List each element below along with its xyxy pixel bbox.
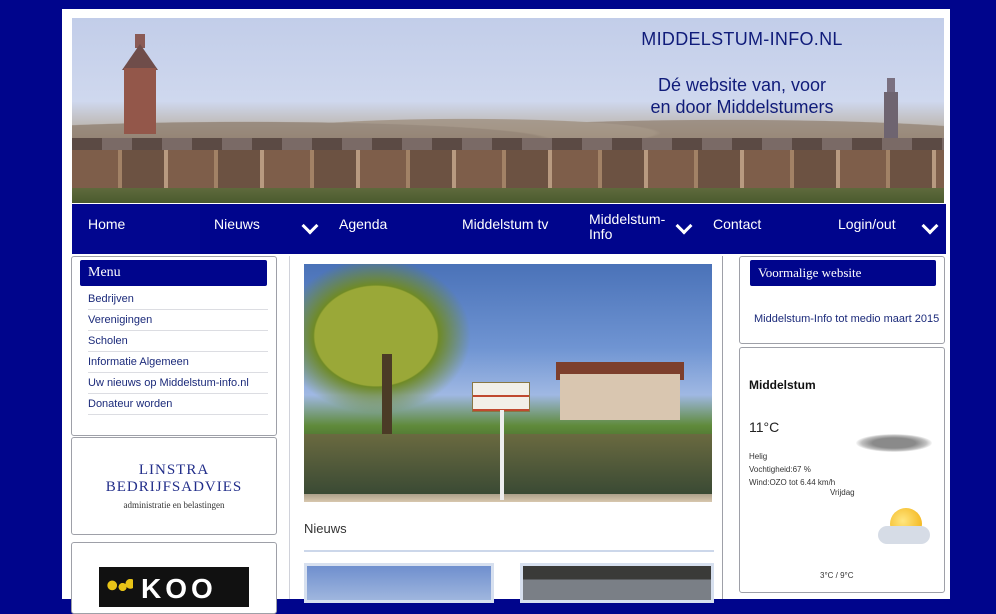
main-content: Nieuws <box>289 256 723 603</box>
hero-tree <box>304 264 484 424</box>
weather-temp: 11°C <box>749 419 780 435</box>
hero-water <box>304 434 712 494</box>
nav-item-login[interactable]: Login/out <box>838 216 896 232</box>
menu-item-donateur[interactable]: Donateur worden <box>88 394 268 415</box>
sun-cloud-icon <box>878 508 930 546</box>
nav-item-home[interactable]: Home <box>72 204 200 254</box>
weather-city: Middelstum <box>749 378 816 392</box>
section-title-nieuws: Nieuws <box>304 521 347 536</box>
hero-post <box>500 410 504 500</box>
menu-list: Bedrijven Verenigingen Scholen Informati… <box>88 289 268 415</box>
banner-houses <box>72 150 944 190</box>
ad-linstra[interactable]: LINSTRA BEDRIJFSADVIES administratie en … <box>71 437 277 535</box>
header-banner: MIDDELSTUM-INFO.NL Dé website van, voor … <box>72 18 944 203</box>
nav-item-nieuws[interactable]: Nieuws <box>214 216 260 232</box>
section-divider <box>304 550 714 552</box>
chevron-down-icon[interactable] <box>675 217 693 235</box>
ad-koo[interactable]: KOO <box>71 542 277 614</box>
weather-humidity: Vochtigheid:67 % <box>749 465 811 474</box>
menu-item-scholen[interactable]: Scholen <box>88 331 268 352</box>
linstra-logo[interactable]: LINSTRA BEDRIJFSADVIES administratie en … <box>99 462 249 516</box>
hero-house <box>560 374 680 420</box>
site-name: MIDDELSTUM-INFO.NL <box>641 29 843 49</box>
nav-item-agenda[interactable]: Agenda <box>339 216 387 232</box>
weather-widget: Middelstum 11°C Helig Vochtigheid:67 % W… <box>739 347 945 593</box>
tagline-line2: en door Middelstumers <box>650 97 834 117</box>
nav-item-middelstum-info[interactable]: Middelstum- Info <box>589 212 665 242</box>
previous-website-title: Voormalige website <box>750 260 936 286</box>
chevron-down-icon[interactable] <box>301 217 319 235</box>
hero-trunk <box>382 354 392 434</box>
chevron-down-icon[interactable] <box>921 217 939 235</box>
nav-item-middelstum-tv[interactable]: Middelstum tv <box>462 216 548 232</box>
weather-condition: Helig <box>749 452 768 461</box>
hero-image[interactable] <box>304 264 712 502</box>
koo-logo[interactable]: KOO <box>99 567 249 607</box>
main-nav: Home Nieuws Agenda Middelstum tv Middels… <box>72 204 946 254</box>
forecast-day: Vrijdag <box>830 488 855 497</box>
linstra-name: LINSTRA <box>138 462 210 478</box>
koo-text: KOO <box>141 573 217 604</box>
hero-signpost <box>472 382 530 412</box>
linstra-sub: administratie en belastingen <box>123 500 225 510</box>
sidebar-menu: Menu Bedrijven Verenigingen Scholen Info… <box>71 256 277 436</box>
weather-wind: Wind:OZO tot 6.44 km/h <box>749 478 836 487</box>
menu-item-informatie[interactable]: Informatie Algemeen <box>88 352 268 373</box>
menu-item-verenigingen[interactable]: Verenigingen <box>88 310 268 331</box>
banner-text: MIDDELSTUM-INFO.NL Dé website van, voor … <box>592 28 892 118</box>
menu-title: Menu <box>80 260 267 286</box>
tagline-line1: Dé website van, voor <box>657 75 827 95</box>
page-container: MIDDELSTUM-INFO.NL Dé website van, voor … <box>62 9 950 614</box>
banner-grass <box>72 188 944 203</box>
news-thumbnail[interactable] <box>520 563 714 603</box>
menu-item-uw-nieuws[interactable]: Uw nieuws op Middelstum-info.nl <box>88 373 268 394</box>
previous-website-link[interactable]: Middelstum-Info tot medio maart 2015 <box>754 313 939 325</box>
menu-item-bedrijven[interactable]: Bedrijven <box>88 289 268 310</box>
nav-item-contact[interactable]: Contact <box>713 216 761 232</box>
linstra-type: BEDRIJFSADVIES <box>105 479 243 495</box>
church-tower-image <box>114 34 166 134</box>
haze-icon <box>856 434 932 452</box>
news-thumbnail[interactable] <box>304 563 494 603</box>
flower-icon <box>107 579 133 595</box>
nav-label-home: Home <box>88 216 126 232</box>
forecast-range: 3°C / 9°C <box>820 571 854 580</box>
previous-website-box: Voormalige website Middelstum-Info tot m… <box>739 256 945 344</box>
